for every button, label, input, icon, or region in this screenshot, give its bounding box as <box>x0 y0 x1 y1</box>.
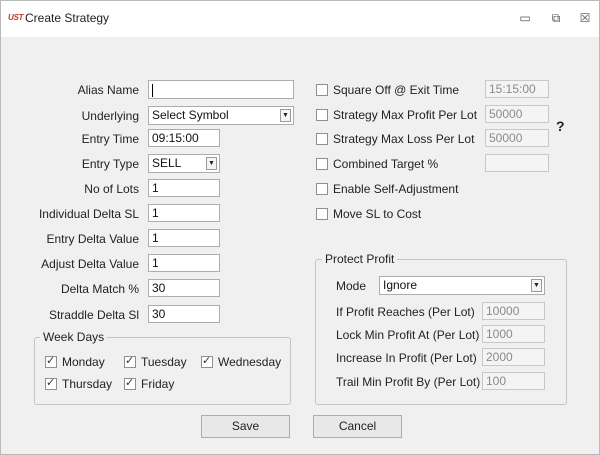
move-sl-checkbox[interactable] <box>316 208 328 220</box>
max-profit-label: Strategy Max Profit Per Lot <box>333 108 478 122</box>
no-of-lots-label: No of Lots <box>84 182 139 196</box>
help-icon[interactable]: ? <box>556 118 565 134</box>
straddle-delta-sl-label: Straddle Delta Sl <box>48 308 139 322</box>
close-icon[interactable]: ☒ <box>575 9 595 27</box>
entry-delta-value-input[interactable]: 1 <box>148 229 220 247</box>
trail-min-profit-label: Trail Min Profit By (Per Lot) <box>336 375 481 389</box>
thursday-checkbox[interactable] <box>45 376 57 390</box>
maximize-icon[interactable]: ⧉ <box>546 9 566 27</box>
tuesday-label: Tuesday <box>141 355 187 369</box>
no-of-lots-input[interactable]: 1 <box>148 179 220 197</box>
mode-value: Ignore <box>383 278 418 292</box>
window-title: Create Strategy <box>25 11 110 25</box>
alias-name-label: Alias Name <box>77 83 139 97</box>
title-bar: UST Create Strategy ▭ ⧉ ☒ <box>1 1 599 37</box>
monday-checkbox[interactable] <box>45 354 57 368</box>
max-profit-input[interactable]: 50000 <box>485 105 549 123</box>
self-adjustment-checkbox[interactable] <box>316 183 328 195</box>
entry-time-input[interactable]: 09:15:00 <box>148 129 220 147</box>
minimize-icon[interactable]: ▭ <box>515 9 535 27</box>
square-off-label: Square Off @ Exit Time <box>333 83 460 97</box>
underlying-select[interactable]: Select Symbol ▼ <box>148 106 294 125</box>
chevron-down-icon[interactable]: ▼ <box>531 279 542 292</box>
lock-min-profit-label: Lock Min Profit At (Per Lot) <box>336 328 480 342</box>
combined-target-input[interactable] <box>485 154 549 172</box>
entry-type-select[interactable]: SELL ▼ <box>148 154 220 173</box>
friday-checkbox[interactable] <box>124 376 136 390</box>
individual-delta-sl-label: Individual Delta SL <box>38 207 139 221</box>
underlying-label: Underlying <box>81 109 139 123</box>
individual-delta-sl-input[interactable]: 1 <box>148 204 220 222</box>
chevron-down-icon[interactable]: ▼ <box>280 109 291 122</box>
move-sl-label: Move SL to Cost <box>333 207 422 221</box>
alias-name-input[interactable] <box>148 80 294 99</box>
straddle-delta-sl-input[interactable]: 30 <box>148 305 220 323</box>
increase-in-profit-label: Increase In Profit (Per Lot) <box>336 351 477 365</box>
wednesday-checkbox[interactable] <box>201 354 213 368</box>
entry-type-value: SELL <box>152 156 182 170</box>
tuesday-checkbox[interactable] <box>124 354 136 368</box>
combined-target-checkbox[interactable] <box>316 158 328 170</box>
thursday-label: Thursday <box>62 377 113 391</box>
entry-time-label: Entry Time <box>81 132 139 146</box>
delta-match-label: Delta Match % <box>60 282 139 296</box>
combined-target-label: Combined Target % <box>333 157 439 171</box>
entry-type-label: Entry Type <box>81 157 139 171</box>
max-loss-label: Strategy Max Loss Per Lot <box>333 132 475 146</box>
profit-reaches-label: If Profit Reaches (Per Lot) <box>336 305 475 319</box>
chevron-down-icon[interactable]: ▼ <box>206 157 217 170</box>
save-button[interactable]: Save <box>201 415 290 438</box>
square-off-checkbox[interactable] <box>316 84 328 96</box>
underlying-value: Select Symbol <box>152 108 229 122</box>
increase-in-profit-input[interactable]: 2000 <box>482 348 545 366</box>
entry-delta-value-label: Entry Delta Value <box>46 232 140 246</box>
monday-label: Monday <box>62 355 105 369</box>
mode-label: Mode <box>336 279 367 293</box>
self-adjustment-label: Enable Self-Adjustment <box>333 182 459 196</box>
max-profit-checkbox[interactable] <box>316 109 328 121</box>
delta-match-input[interactable]: 30 <box>148 279 220 297</box>
max-loss-checkbox[interactable] <box>316 133 328 145</box>
adjust-delta-value-input[interactable]: 1 <box>148 254 220 272</box>
text-cursor <box>152 83 153 97</box>
mode-select[interactable]: Ignore ▼ <box>379 276 545 295</box>
app-logo-icon: UST <box>8 13 24 22</box>
protect-profit-title: Protect Profit <box>322 252 398 266</box>
week-days-group <box>34 337 291 405</box>
week-days-title: Week Days <box>40 330 108 344</box>
trail-min-profit-input[interactable]: 100 <box>482 372 545 390</box>
friday-label: Friday <box>141 377 175 391</box>
cancel-button[interactable]: Cancel <box>313 415 402 438</box>
profit-reaches-input[interactable]: 10000 <box>482 302 545 320</box>
create-strategy-window: UST Create Strategy ▭ ⧉ ☒ Alias Name Und… <box>0 0 600 455</box>
adjust-delta-value-label: Adjust Delta Value <box>41 257 139 271</box>
lock-min-profit-input[interactable]: 1000 <box>482 325 545 343</box>
wednesday-label: Wednesday <box>218 355 282 369</box>
square-off-time-input[interactable]: 15:15:00 <box>485 80 549 98</box>
max-loss-input[interactable]: 50000 <box>485 129 549 147</box>
